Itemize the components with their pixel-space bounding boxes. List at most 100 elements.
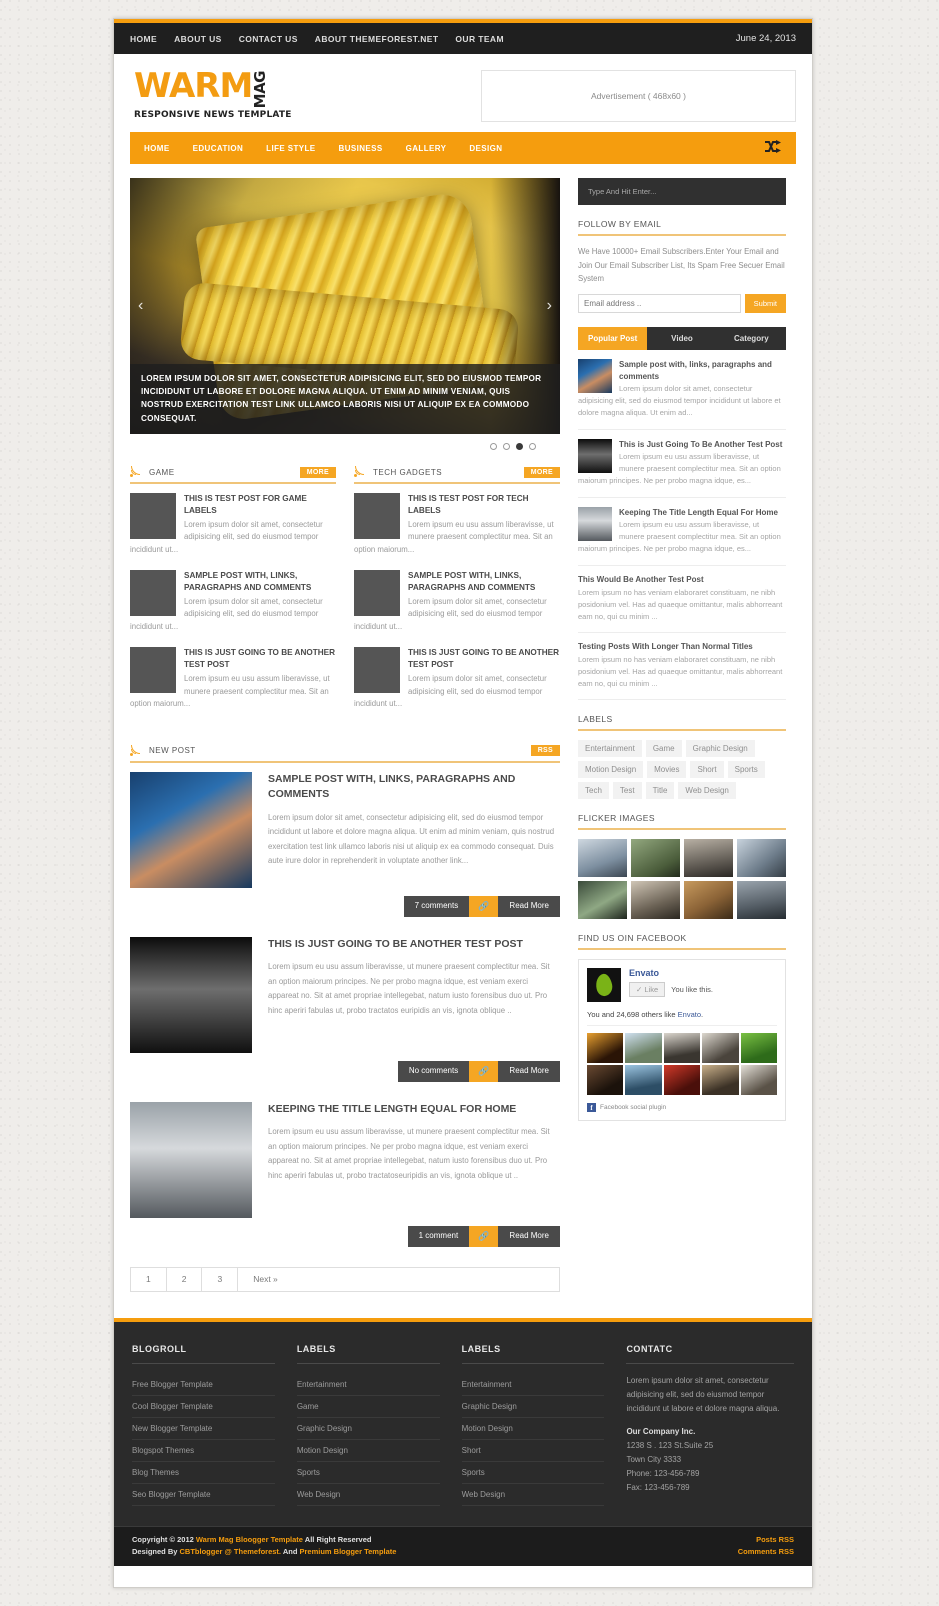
- top-nav-link-2[interactable]: CONTACT US: [239, 34, 298, 44]
- footer-link[interactable]: Motion Design: [461, 1418, 605, 1440]
- main-nav-item-1[interactable]: EDUCATION: [193, 144, 244, 153]
- facebook-envato-link[interactable]: Envato: [678, 1010, 701, 1019]
- flicker-image[interactable]: [684, 839, 733, 878]
- footer-link[interactable]: Entertainment: [461, 1374, 605, 1396]
- article-title[interactable]: KEEPING THE TITLE LENGTH EQUAL FOR HOME: [268, 1102, 560, 1118]
- slider-dots[interactable]: [130, 434, 560, 450]
- article-title[interactable]: THIS IS JUST GOING TO BE ANOTHER TEST PO…: [268, 937, 560, 953]
- facebook-friend-tile[interactable]: [625, 1065, 662, 1096]
- facebook-friend-tile[interactable]: [702, 1065, 739, 1096]
- featured-slider[interactable]: ‹ › LOREM IPSUM DOLOR SIT AMET, CONSECTE…: [130, 178, 560, 434]
- label-tag[interactable]: Title: [645, 782, 675, 800]
- main-nav-item-2[interactable]: LIFE STYLE: [266, 144, 315, 153]
- category-post[interactable]: THIS IS JUST GOING TO BE ANOTHER TEST PO…: [354, 647, 560, 710]
- footer-link[interactable]: Blogspot Themes: [132, 1440, 275, 1462]
- cbtblogger-link[interactable]: CBTblogger @ Themeforest.: [180, 1547, 282, 1556]
- main-nav-item-0[interactable]: HOME: [144, 144, 170, 153]
- footer-link[interactable]: Entertainment: [296, 1374, 440, 1396]
- footer-link[interactable]: Graphic Design: [461, 1396, 605, 1418]
- category-post[interactable]: SAMPLE POST WITH, LINKS, PARAGRAPHS AND …: [130, 570, 336, 633]
- comment-count[interactable]: No comments: [397, 1060, 470, 1082]
- facebook-friend-tile[interactable]: [663, 1033, 701, 1064]
- submit-button[interactable]: Submit: [744, 293, 786, 313]
- label-tag[interactable]: Test: [612, 782, 642, 800]
- footer-link[interactable]: Cool Blogger Template: [132, 1396, 275, 1418]
- sidebar-tabs[interactable]: Popular Post Video Category: [578, 326, 786, 350]
- advertisement-banner[interactable]: Advertisement ( 468x60 ): [481, 70, 796, 122]
- flicker-image[interactable]: [631, 881, 680, 920]
- popular-post-item[interactable]: This Would Be Another Test Post Lorem ips…: [578, 566, 786, 633]
- flicker-image[interactable]: [737, 881, 786, 920]
- email-field[interactable]: [578, 293, 741, 313]
- slider-next-arrow[interactable]: ›: [541, 293, 558, 319]
- label-tag[interactable]: Entertainment: [578, 740, 642, 758]
- footer-link[interactable]: Sports: [461, 1462, 605, 1484]
- footer-link[interactable]: Sports: [296, 1462, 440, 1484]
- footer-link[interactable]: Seo Blogger Template: [132, 1484, 275, 1506]
- read-more-button[interactable]: Read More: [498, 1060, 560, 1082]
- sidebar-tab-1[interactable]: Video: [647, 326, 717, 350]
- top-nav-link-0[interactable]: HOME: [130, 34, 157, 44]
- slider-dot-2[interactable]: [516, 443, 523, 450]
- facebook-friend-tile[interactable]: [587, 1065, 624, 1096]
- top-nav-link-3[interactable]: ABOUT THEMEFOREST.NET: [315, 34, 439, 44]
- read-more-button[interactable]: Read More: [498, 895, 560, 917]
- main-nav-item-3[interactable]: BUSINESS: [339, 144, 383, 153]
- search-input[interactable]: Type And Hit Enter...: [578, 178, 786, 205]
- article-thumbnail[interactable]: [130, 1101, 252, 1218]
- flicker-image[interactable]: [631, 839, 680, 878]
- article-title[interactable]: SAMPLE POST WITH, LINKS, PARAGRAPHS AND …: [268, 772, 560, 804]
- article-thumbnail[interactable]: [130, 936, 252, 1053]
- warm-mag-link[interactable]: Warm Mag Bloogger Template: [196, 1535, 303, 1544]
- facebook-friend-tile[interactable]: [625, 1033, 662, 1064]
- label-tag[interactable]: Motion Design: [578, 761, 644, 779]
- main-nav-item-5[interactable]: DESIGN: [469, 144, 502, 153]
- popular-post-item[interactable]: Sample post with, links, paragraphs and …: [578, 350, 786, 430]
- facebook-friend-tile[interactable]: [740, 1033, 777, 1064]
- facebook-friend-tile[interactable]: [740, 1065, 777, 1096]
- main-nav-item-4[interactable]: GALLERY: [406, 144, 447, 153]
- flicker-image[interactable]: [684, 881, 733, 920]
- link-icon[interactable]: 🔗: [469, 895, 499, 917]
- label-tag[interactable]: Game: [645, 740, 682, 758]
- premium-template-link[interactable]: Premium Blogger Template: [299, 1547, 396, 1556]
- top-nav-link-1[interactable]: ABOUT US: [174, 34, 222, 44]
- pagination-item-0[interactable]: 1: [131, 1267, 167, 1291]
- footer-link[interactable]: Graphic Design: [296, 1418, 440, 1440]
- footer-link[interactable]: Web Design: [296, 1484, 440, 1506]
- pagination-item-1[interactable]: 2: [167, 1267, 203, 1291]
- facebook-page-name[interactable]: Envato: [629, 968, 713, 978]
- comment-count[interactable]: 7 comments: [403, 895, 470, 917]
- category-post[interactable]: SAMPLE POST WITH, LINKS, PARAGRAPHS AND …: [354, 570, 560, 633]
- flicker-image[interactable]: [578, 839, 627, 878]
- label-tag[interactable]: Tech: [578, 782, 609, 800]
- facebook-friend-tile[interactable]: [663, 1065, 701, 1096]
- popular-post-item[interactable]: Keeping The Title Length Equal For Home L…: [578, 498, 786, 566]
- link-icon[interactable]: 🔗: [469, 1225, 499, 1247]
- pagination-item-3[interactable]: Next »: [238, 1268, 293, 1291]
- category-post[interactable]: THIS IS TEST POST FOR TECH LABELS Lorem i…: [354, 493, 560, 556]
- category-post[interactable]: THIS IS JUST GOING TO BE ANOTHER TEST PO…: [130, 647, 336, 710]
- shuffle-icon[interactable]: [765, 140, 782, 156]
- sidebar-tab-2[interactable]: Category: [716, 326, 786, 350]
- link-icon[interactable]: 🔗: [469, 1060, 499, 1082]
- label-tag[interactable]: Web Design: [678, 782, 736, 800]
- category-post[interactable]: THIS IS TEST POST FOR GAME LABELS Lorem i…: [130, 493, 336, 556]
- rss-button[interactable]: RSS: [530, 745, 560, 757]
- top-nav-link-4[interactable]: OUR TEAM: [455, 34, 504, 44]
- label-tag[interactable]: Short: [690, 761, 724, 779]
- read-more-button[interactable]: Read More: [498, 1225, 560, 1247]
- footer-link[interactable]: Web Design: [461, 1484, 605, 1506]
- footer-link[interactable]: Game: [296, 1396, 440, 1418]
- popular-post-item[interactable]: Testing Posts With Longer Than Normal Ti…: [578, 633, 786, 701]
- pagination-item-2[interactable]: 3: [202, 1267, 239, 1291]
- posts-rss-link[interactable]: Posts RSS: [738, 1534, 794, 1547]
- footer-link[interactable]: Blog Themes: [132, 1462, 275, 1484]
- comments-rss-link[interactable]: Comments RSS: [738, 1546, 794, 1559]
- more-button[interactable]: MORE: [299, 466, 336, 478]
- footer-link[interactable]: New Blogger Template: [132, 1418, 275, 1440]
- more-button[interactable]: MORE: [523, 466, 560, 478]
- popular-post-item[interactable]: This is Just Going To Be Another Test Po…: [578, 430, 786, 498]
- label-tag[interactable]: Movies: [647, 761, 687, 779]
- footer-link[interactable]: Short: [461, 1440, 605, 1462]
